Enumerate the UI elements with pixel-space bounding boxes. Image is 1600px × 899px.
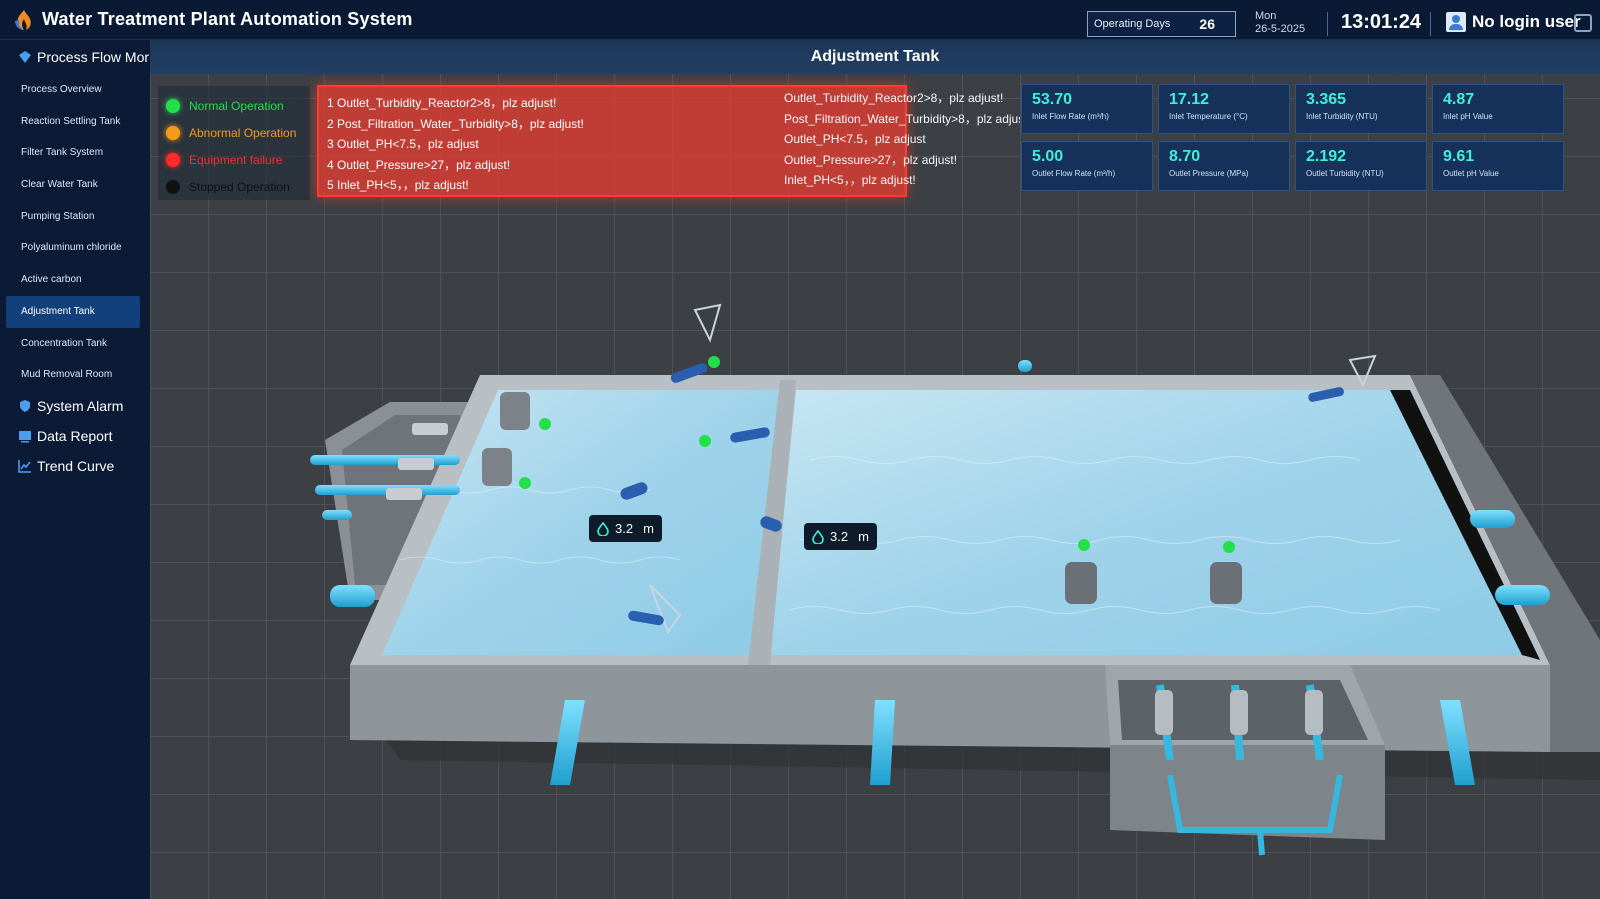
legend-stopped: Stopped Operation xyxy=(166,173,302,200)
sidebar-group-label: System Alarm xyxy=(37,397,124,414)
shield-icon xyxy=(20,399,30,412)
metric-value: 53.70 xyxy=(1032,91,1073,108)
sidebar-group-label: Process Flow Mor xyxy=(37,49,150,65)
status-dot-black xyxy=(166,179,180,194)
metric-label: Outlet Turbidity (NTU) xyxy=(1306,169,1384,178)
water-level-unit: m xyxy=(643,521,654,536)
metric-label: Inlet Turbidity (NTU) xyxy=(1306,112,1378,121)
user-icon xyxy=(1446,12,1466,32)
metric-label: Outlet Pressure (MPa) xyxy=(1169,169,1249,178)
water-drop-icon xyxy=(597,521,609,536)
metric-label: Outlet pH Value xyxy=(1443,169,1499,178)
status-dot-orange xyxy=(166,125,180,140)
app-logo-icon xyxy=(15,10,31,30)
sidebar-group-data-report[interactable]: Data Report xyxy=(0,421,150,451)
sidebar-item-polyaluminum-chloride[interactable]: Polyaluminum chloride xyxy=(6,232,140,264)
legend-abnormal: Abnormal Operation xyxy=(166,119,302,146)
user-login[interactable]: No login user xyxy=(1446,12,1581,32)
metric-outlet-pressure: 8.70 Outlet Pressure (MPa) xyxy=(1158,141,1290,191)
user-name: No login user xyxy=(1472,12,1581,31)
metric-value: 2.192 xyxy=(1306,148,1347,165)
sidebar-item-adjustment-tank[interactable]: Adjustment Tank xyxy=(6,295,140,328)
metric-label: Inlet Temperature (°C) xyxy=(1169,112,1248,121)
divider xyxy=(1327,12,1328,36)
pump-house-front xyxy=(1110,745,1385,840)
page-title-bar: Adjustment Tank xyxy=(150,40,1600,74)
process-flow-icon xyxy=(19,51,31,63)
alarm-scroll-text: Outlet_Turbidity_Reactor2>8，plz adjust! … xyxy=(784,88,1020,191)
water-level-value: 3.2 xyxy=(615,521,634,536)
status-dot-green xyxy=(166,98,180,113)
alarm-echo-line: Outlet_Pressure>27，plz adjust! xyxy=(784,152,958,167)
metric-inlet-turbidity: 3.365 Inlet Turbidity (NTU) xyxy=(1295,84,1427,134)
metrics-grid: 53.70 Inlet Flow Rate (m³/h) 17.12 Inlet T… xyxy=(1021,84,1564,191)
metric-outlet-flow-rate: 5.00 Outlet Flow Rate (m³/h) xyxy=(1021,141,1153,191)
sidebar-item-filter-tank-system[interactable]: Filter Tank System xyxy=(6,137,140,169)
metric-inlet-temperature: 17.12 Inlet Temperature (°C) xyxy=(1158,84,1290,134)
sidebar-group-system-alarm[interactable]: System Alarm xyxy=(0,391,150,421)
metric-value: 5.00 xyxy=(1032,148,1064,165)
operating-days-label: Operating Days xyxy=(1094,18,1171,30)
status-dot-red xyxy=(166,152,180,167)
metric-label: Inlet pH Value xyxy=(1443,112,1493,121)
sidebar: Process Flow Mor Process Overview Reacti… xyxy=(0,40,150,899)
metric-value: 17.12 xyxy=(1169,91,1210,108)
metric-value: 9.61 xyxy=(1443,148,1475,165)
alarm-echo-line: Post_Filtration_Water_Turbidity>8，plz ad… xyxy=(784,111,1020,126)
metric-value: 8.70 xyxy=(1169,148,1201,165)
sidebar-group-process-flow[interactable]: Process Flow Mor xyxy=(0,42,150,72)
metric-value: 4.87 xyxy=(1443,91,1475,108)
sidebar-item-clear-water-tank[interactable]: Clear Water Tank xyxy=(6,169,140,201)
metric-value: 3.365 xyxy=(1306,91,1347,108)
alarm-echo-line: Outlet_PH<7.5，plz adjust xyxy=(784,132,926,146)
sidebar-item-process-overview[interactable]: Process Overview xyxy=(6,74,140,106)
water-drop-icon xyxy=(812,529,824,544)
metric-label: Outlet Flow Rate (m³/h) xyxy=(1032,169,1116,178)
status-legend: Normal Operation Abnormal Operation Equi… xyxy=(158,86,310,200)
legend-normal: Normal Operation xyxy=(166,92,302,119)
sidebar-item-mud-removal-room[interactable]: Mud Removal Room xyxy=(6,359,140,391)
water-level-value: 3.2 xyxy=(830,529,849,544)
legend-label: Equipment failure xyxy=(189,152,283,167)
sidebar-item-reaction-settling-tank[interactable]: Reaction Settling Tank xyxy=(6,106,140,138)
date-display: Mon 26-5-2025 xyxy=(1255,10,1305,36)
weekday: Mon xyxy=(1255,10,1277,22)
report-icon xyxy=(19,430,31,443)
sidebar-group-trend-curve[interactable]: Trend Curve xyxy=(0,451,150,481)
clock: 13:01:24 xyxy=(1341,11,1422,33)
main-viewport: Adjustment Tank Normal Operation Abnorma… xyxy=(150,40,1600,899)
app-title: Water Treatment Plant Automation System xyxy=(42,9,413,29)
water-level-tag-right[interactable]: 3.2 m xyxy=(804,523,877,550)
legend-label: Abnormal Operation xyxy=(189,125,297,140)
water-level-unit: m xyxy=(858,529,869,544)
metric-label: Inlet Flow Rate (m³/h) xyxy=(1032,112,1109,121)
metric-inlet-flow-rate: 53.70 Inlet Flow Rate (m³/h) xyxy=(1021,84,1153,134)
water-level-tag-left[interactable]: 3.2 m xyxy=(589,515,662,542)
page-title: Adjustment Tank xyxy=(810,48,940,65)
top-header: Water Treatment Plant Automation System … xyxy=(0,0,1600,40)
settings-icon[interactable] xyxy=(1574,14,1592,32)
alarm-echo-line: Outlet_Turbidity_Reactor2>8，plz adjust! xyxy=(784,91,1004,105)
divider xyxy=(1430,12,1431,36)
metric-outlet-ph: 9.61 Outlet pH Value xyxy=(1432,141,1564,191)
operating-days-value: 26 xyxy=(1199,16,1215,32)
sidebar-group-label: Trend Curve xyxy=(37,457,115,474)
sidebar-group-label: Data Report xyxy=(37,427,113,444)
sidebar-item-concentration-tank[interactable]: Concentration Tank xyxy=(6,328,140,360)
metric-outlet-turbidity: 2.192 Outlet Turbidity (NTU) xyxy=(1295,141,1427,191)
water-right-compartment xyxy=(770,390,1522,655)
trend-chart-icon xyxy=(18,459,31,473)
legend-label: Normal Operation xyxy=(189,98,284,113)
alarm-echo-line: Inlet_PH<5，，plz adjust! xyxy=(784,173,916,187)
operating-days-box: Operating Days 26 xyxy=(1087,11,1236,37)
metric-inlet-ph: 4.87 Inlet pH Value xyxy=(1432,84,1564,134)
legend-failure: Equipment failure xyxy=(166,146,302,173)
legend-label: Stopped Operation xyxy=(189,179,290,194)
date: 26-5-2025 xyxy=(1255,23,1306,35)
sidebar-item-active-carbon[interactable]: Active carbon xyxy=(6,264,140,296)
sidebar-item-pumping-station[interactable]: Pumping Station xyxy=(6,201,140,233)
